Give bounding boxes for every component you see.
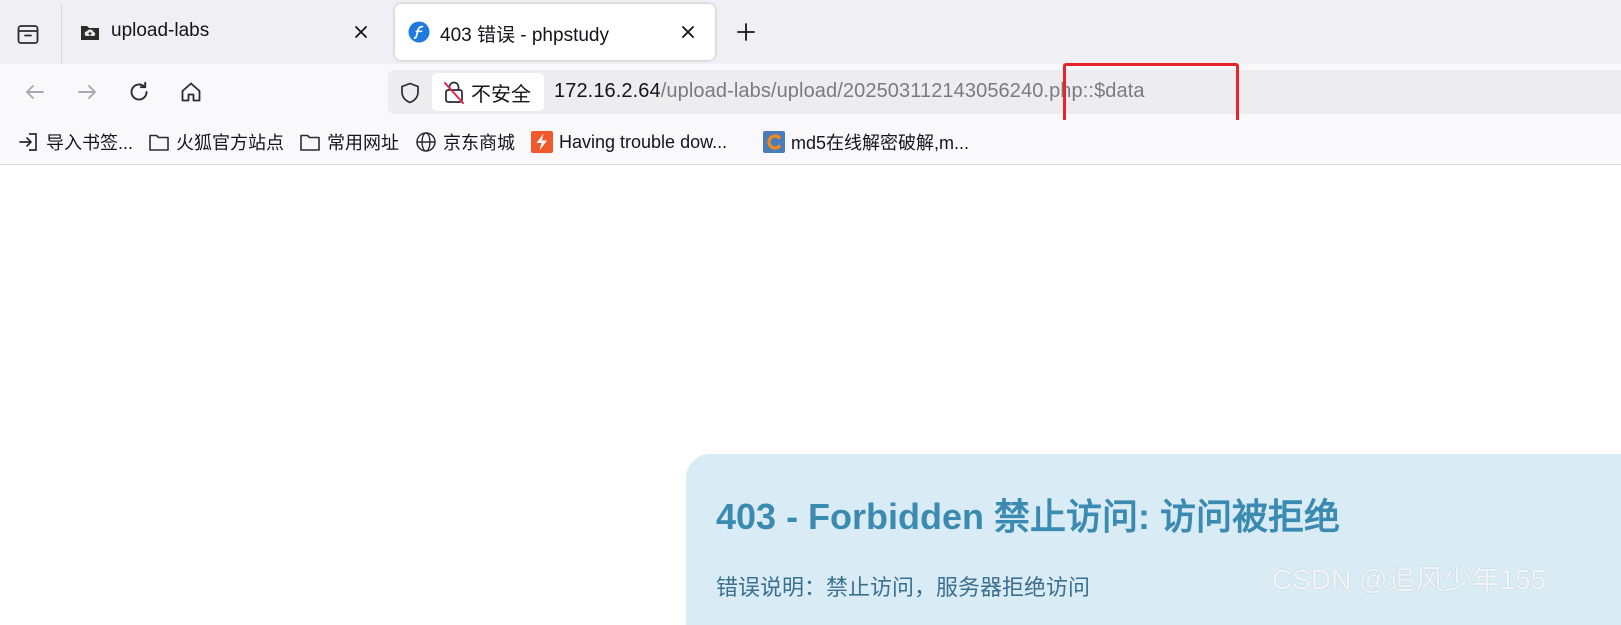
bolt-icon (531, 131, 553, 153)
home-button[interactable] (175, 76, 207, 108)
md5-icon (763, 131, 785, 153)
flash-icon (408, 21, 430, 43)
plus-icon (737, 23, 755, 41)
import-icon (19, 133, 37, 151)
bookmark-import[interactable]: 导入书签... (18, 129, 133, 155)
folder-icon (149, 134, 169, 151)
url-host: 172.16.2.64 (554, 80, 661, 102)
globe-icon (416, 132, 436, 152)
folder-cloud-icon (81, 26, 99, 40)
bookmark-firefox-sites[interactable]: 火狐官方站点 (148, 129, 284, 155)
reload-button[interactable] (123, 76, 155, 108)
url-text[interactable]: 172.16.2.64/upload-labs/upload/202503112… (554, 80, 1145, 103)
browser-window: upload-labs 403 错误 - phpstudy 不安全 172.16… (0, 0, 1621, 625)
back-button[interactable] (19, 76, 51, 108)
site-security-button[interactable]: 不安全 (432, 73, 544, 111)
close-icon (355, 26, 367, 38)
tab-list-icon (17, 25, 39, 44)
csdn-watermark: CSDN @追风少年155 (1272, 564, 1547, 595)
security-label: 不安全 (471, 83, 531, 106)
tab-title: upload-labs (111, 20, 210, 41)
bookmark-having-trouble[interactable]: Having trouble dow... (531, 129, 727, 155)
bookmark-label: Having trouble dow... (559, 131, 728, 152)
insecure-lock-icon (444, 81, 464, 104)
tab-title: 403 错误 - phpstudy (440, 25, 609, 46)
bookmark-label: 火狐官方站点 (176, 133, 284, 153)
bookmark-label: 常用网址 (327, 133, 399, 153)
bookmark-common-sites[interactable]: 常用网址 (299, 129, 399, 155)
tab-manager-button[interactable] (6, 12, 50, 56)
bookmark-label: 导入书签... (46, 133, 134, 153)
close-tab-button[interactable] (350, 21, 372, 43)
shield-icon[interactable] (398, 81, 422, 105)
close-tab-button[interactable] (677, 21, 699, 43)
bookmark-label: 京东商城 (443, 133, 515, 153)
bookmark-md5[interactable]: md5在线解密破解,m... (763, 129, 969, 155)
tab-upload-labs[interactable]: upload-labs (66, 4, 388, 60)
back-arrow-icon (26, 85, 44, 99)
navigation-toolbar: 不安全 172.16.2.64/upload-labs/upload/20250… (0, 64, 1621, 120)
error-description: 错误说明：禁止访问，服务器拒绝访问 (716, 575, 1091, 600)
error-title: 403 - Forbidden 禁止访问: 访问被拒绝 (716, 496, 1341, 537)
close-icon (682, 26, 694, 38)
error-card: 403 - Forbidden 禁止访问: 访问被拒绝 错误说明：禁止访问，服务… (686, 454, 1621, 625)
address-bar[interactable]: 不安全 172.16.2.64/upload-labs/upload/20250… (388, 70, 1621, 114)
new-tab-button[interactable] (730, 16, 762, 48)
bookmarks-toolbar: 导入书签... 火狐官方站点 常用网址 京东商城 Having trouble … (0, 120, 1621, 165)
annotation-highlight-box (1063, 63, 1239, 124)
forward-button[interactable] (71, 76, 103, 108)
home-icon (181, 82, 201, 102)
bookmark-jd[interactable]: 京东商城 (415, 129, 515, 155)
folder-icon (300, 134, 320, 151)
reload-icon (130, 81, 148, 101)
forward-arrow-icon (78, 85, 96, 99)
tab-403-error[interactable]: 403 错误 - phpstudy (395, 4, 715, 60)
tab-strip: upload-labs 403 错误 - phpstudy (0, 0, 1621, 64)
tab-separator (61, 4, 62, 64)
bookmark-label: md5在线解密破解,m... (791, 133, 970, 153)
